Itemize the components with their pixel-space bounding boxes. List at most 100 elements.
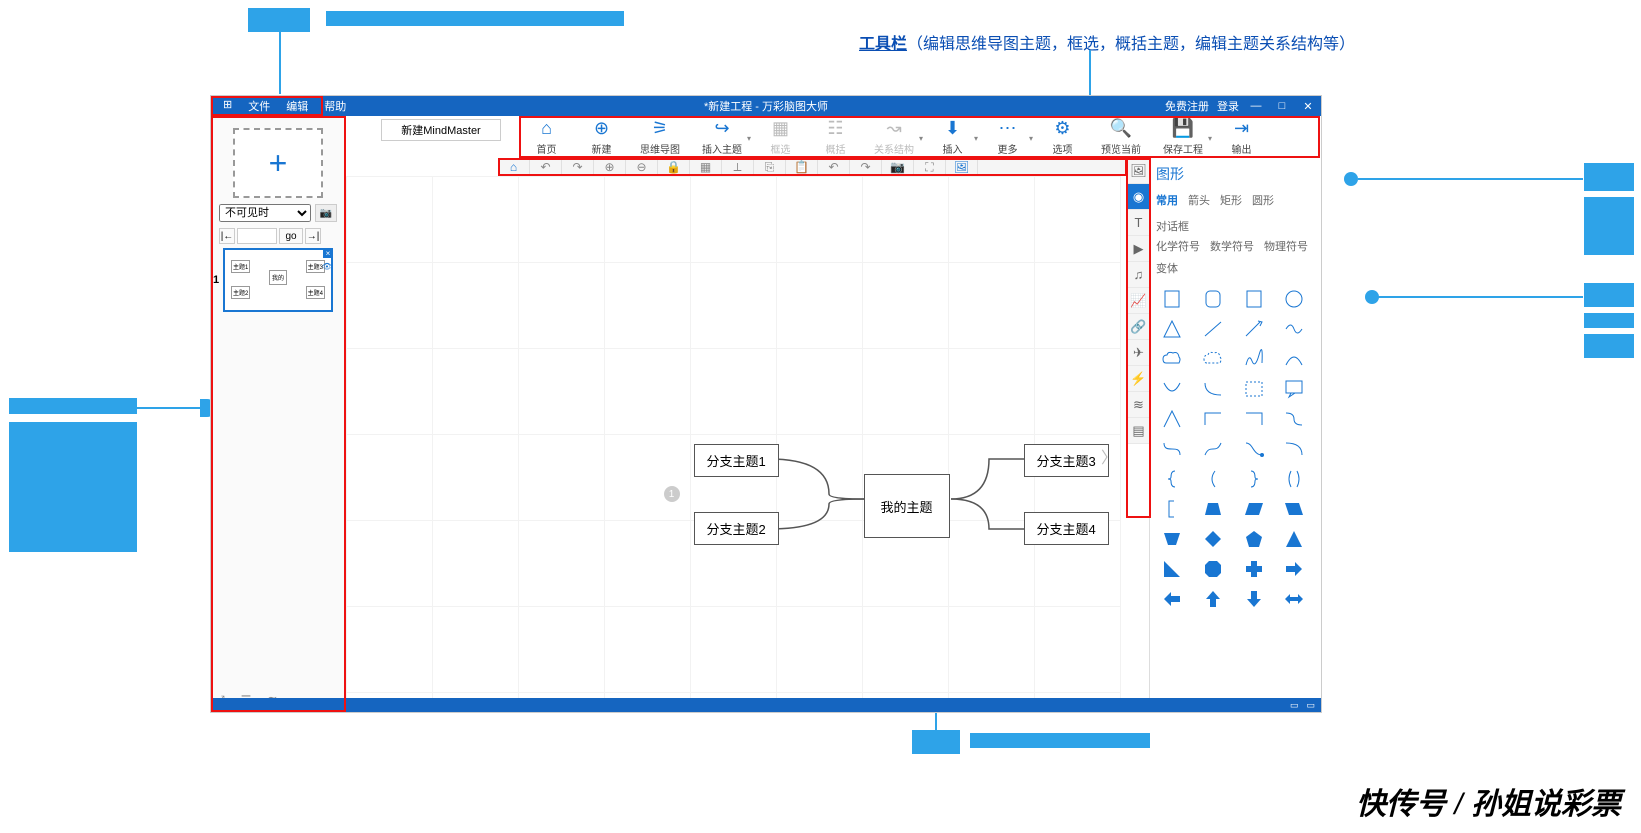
- app-window: ⊞ 文件 编辑 帮助 *新建工程 - 万彩脑图大师 免费注册 登录 — □ ✕ …: [210, 95, 1322, 713]
- shape-grid: [1156, 286, 1315, 612]
- window-title: *新建工程 - 万彩脑图大师: [704, 98, 828, 114]
- shape-bracket-l[interactable]: [1156, 496, 1188, 522]
- shape-circle[interactable]: [1278, 286, 1310, 312]
- callout-line: [1378, 296, 1583, 298]
- tab-common[interactable]: 常用: [1156, 192, 1178, 208]
- callout-dot: [1344, 172, 1358, 186]
- shape-brace-right[interactable]: [1238, 466, 1270, 492]
- shape-step2[interactable]: [1238, 406, 1270, 432]
- shape-arrow-right[interactable]: [1278, 556, 1310, 582]
- shape-bezier1[interactable]: [1156, 436, 1188, 462]
- shape-triangle[interactable]: [1156, 316, 1188, 342]
- shape-parallelogram[interactable]: [1238, 496, 1270, 522]
- shape-bracket[interactable]: [1156, 286, 1188, 312]
- callout-box: [9, 398, 137, 414]
- shape-arrow-up[interactable]: [1197, 586, 1229, 612]
- highlight-vertical-toolbar: [1126, 158, 1151, 518]
- shape-brace-left[interactable]: [1156, 466, 1188, 492]
- center-node[interactable]: 我的主题: [864, 474, 950, 538]
- shape-pentagon[interactable]: [1238, 526, 1270, 552]
- highlight-left-panel: [211, 116, 346, 712]
- shape-curve1[interactable]: [1156, 376, 1188, 402]
- shape-peak[interactable]: [1156, 406, 1188, 432]
- shape-arrow-down[interactable]: [1238, 586, 1270, 612]
- shape-line[interactable]: [1197, 316, 1229, 342]
- tab-phys[interactable]: 物理符号: [1264, 238, 1308, 254]
- canvas[interactable]: 1 我的主题 分支主题1 分支主题2 分支主题3 分支主题4 〉: [346, 176, 1121, 712]
- login-link[interactable]: 登录: [1217, 98, 1239, 114]
- toolbar-callout-label: 工具栏（编辑思维导图主题，框选，概括主题，编辑主题关系结构等）: [859, 30, 1355, 54]
- callout-box: [248, 8, 310, 32]
- shape-triangle-right[interactable]: [1156, 556, 1188, 582]
- callout-box: [1584, 313, 1634, 328]
- shape-arrow-lr[interactable]: [1278, 586, 1310, 612]
- tab-math[interactable]: 数学符号: [1210, 238, 1254, 254]
- status-icon-1[interactable]: ▭: [1290, 700, 1299, 711]
- shape-square[interactable]: [1238, 286, 1270, 312]
- watermark: 快传号 / 孙姐说彩票: [1356, 779, 1621, 823]
- highlight-toolbar: [519, 116, 1320, 158]
- callout-box: [9, 422, 137, 552]
- branch-node-3[interactable]: 分支主题3: [1024, 444, 1109, 477]
- callout-dot: [1365, 290, 1379, 304]
- shape-bezier2[interactable]: [1197, 436, 1229, 462]
- free-register-link[interactable]: 免费注册: [1165, 98, 1209, 114]
- shape-step[interactable]: [1197, 406, 1229, 432]
- shape-arc[interactable]: [1278, 346, 1310, 372]
- shape-cloud[interactable]: [1156, 346, 1188, 372]
- branch-node-4[interactable]: 分支主题4: [1024, 512, 1109, 545]
- shape-diamond[interactable]: [1197, 526, 1229, 552]
- shape-parallelogram2[interactable]: [1278, 496, 1310, 522]
- callout-box: [912, 730, 960, 754]
- shapes-panel: 图形 常用 箭头 矩形 圆形 对话框 化学符号 数学符号 物理符号 变体: [1149, 158, 1321, 712]
- shape-trapezoid[interactable]: [1197, 496, 1229, 522]
- shape-octagon[interactable]: [1197, 556, 1229, 582]
- shape-curve2[interactable]: [1197, 376, 1229, 402]
- panel-title: 图形: [1156, 164, 1315, 184]
- shape-category-tabs: 常用 箭头 矩形 圆形 对话框: [1156, 192, 1315, 234]
- status-icon-2[interactable]: ▭: [1306, 700, 1315, 711]
- tab-arrow[interactable]: 箭头: [1188, 192, 1210, 208]
- callout-line: [1358, 178, 1583, 180]
- shape-bezier3[interactable]: [1238, 436, 1270, 462]
- callout-box: [1584, 334, 1634, 358]
- shape-arrow-line[interactable]: [1238, 316, 1270, 342]
- shape-arrow-left[interactable]: [1156, 586, 1188, 612]
- marker-icon: 1: [664, 486, 680, 502]
- close-button[interactable]: ✕: [1299, 99, 1317, 113]
- tab-circle[interactable]: 圆形: [1252, 192, 1274, 208]
- shape-scribble[interactable]: [1238, 346, 1270, 372]
- branch-node-1[interactable]: 分支主题1: [694, 444, 779, 477]
- shape-paren[interactable]: [1197, 466, 1229, 492]
- shape-s-curve[interactable]: [1278, 406, 1310, 432]
- callout-box: [326, 11, 624, 26]
- callout-line: [279, 32, 281, 94]
- shape-dashed-rect[interactable]: [1238, 376, 1270, 402]
- callout-box: [970, 733, 1150, 748]
- shape-cloud-dash[interactable]: [1197, 346, 1229, 372]
- shape-wave[interactable]: [1278, 316, 1310, 342]
- shape-parens[interactable]: [1278, 466, 1310, 492]
- callout-line: [137, 407, 200, 409]
- callout-box: [1584, 283, 1634, 307]
- shape-rounded[interactable]: [1197, 286, 1229, 312]
- highlight-quick-toolbar: [498, 158, 1127, 176]
- callout-box: [1584, 163, 1634, 191]
- tab-variant[interactable]: 变体: [1156, 260, 1178, 276]
- document-tab[interactable]: 新建MindMaster: [381, 119, 501, 141]
- expand-right-icon[interactable]: 〉: [1101, 444, 1117, 468]
- highlight-menu: [211, 96, 323, 116]
- shape-triangle-up[interactable]: [1278, 526, 1310, 552]
- shape-bezier4[interactable]: [1278, 436, 1310, 462]
- tab-dialog[interactable]: 对话框: [1156, 218, 1189, 234]
- callout-box: [1584, 197, 1634, 255]
- maximize-button[interactable]: □: [1273, 99, 1291, 113]
- branch-node-2[interactable]: 分支主题2: [694, 512, 779, 545]
- shape-callout[interactable]: [1278, 376, 1310, 402]
- shape-plus[interactable]: [1238, 556, 1270, 582]
- tab-rect[interactable]: 矩形: [1220, 192, 1242, 208]
- shape-trapezoid2[interactable]: [1156, 526, 1188, 552]
- titlebar: ⊞ 文件 编辑 帮助 *新建工程 - 万彩脑图大师 免费注册 登录 — □ ✕: [211, 96, 1321, 116]
- tab-chem[interactable]: 化学符号: [1156, 238, 1200, 254]
- minimize-button[interactable]: —: [1247, 99, 1265, 113]
